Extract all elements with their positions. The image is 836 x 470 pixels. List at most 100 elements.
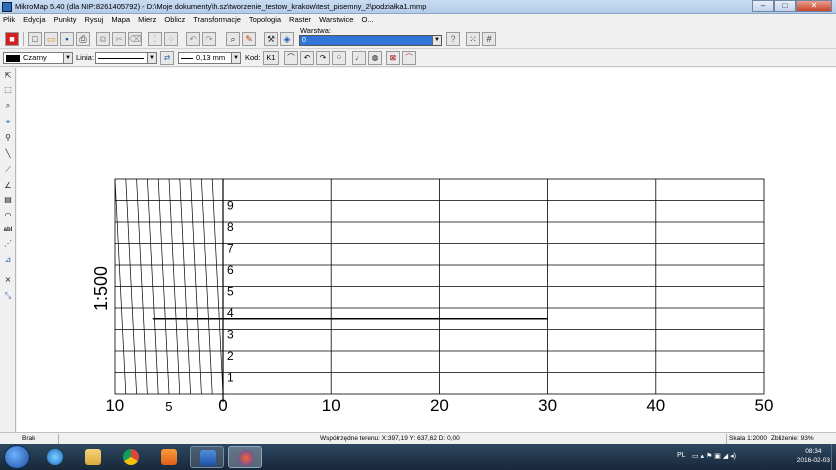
status-zoom: Zbliżenie: 93%: [771, 435, 814, 442]
menu-plik[interactable]: Plik: [3, 14, 15, 25]
stop-icon[interactable]: ■: [5, 32, 19, 46]
menu-warstwice[interactable]: Warstwice: [319, 14, 353, 25]
status-coordinates: Współrzędne terenu: X:397,19 Y: 637,62 D…: [320, 435, 460, 442]
search-icon[interactable]: ⌕: [226, 32, 240, 46]
line-style-select[interactable]: ▼: [95, 52, 157, 64]
tools-icon[interactable]: ⚒: [264, 32, 278, 46]
symbol-icon[interactable]: ◍: [368, 51, 382, 65]
taskbar-ie[interactable]: [38, 446, 72, 468]
layers-icon[interactable]: ◈: [280, 32, 294, 46]
hook-icon[interactable]: ♩: [352, 51, 366, 65]
measure-icon[interactable]: ⌖: [2, 116, 14, 128]
close-button[interactable]: ✕: [796, 0, 832, 12]
y-tick-label: 1: [227, 371, 234, 385]
start-button[interactable]: [4, 445, 30, 469]
copy-icon[interactable]: ⧉: [96, 32, 110, 46]
undo-icon[interactable]: ↶: [186, 32, 200, 46]
point-icon[interactable]: ⚲: [2, 132, 14, 144]
color-select[interactable]: Czarny ▼: [3, 52, 73, 64]
open-folder-icon[interactable]: ▭: [44, 32, 58, 46]
menu-edycja[interactable]: Edycja: [23, 14, 46, 25]
line-settings-icon[interactable]: ⇄: [160, 51, 174, 65]
maximize-button[interactable]: □: [774, 0, 796, 12]
circle-icon[interactable]: ◠: [2, 210, 14, 222]
taskbar-mikromap[interactable]: [228, 446, 262, 468]
tray-icons[interactable]: ▭ ▴ ⚑ ▣ ◢ ◂): [692, 452, 736, 460]
angle-icon[interactable]: ∠: [2, 180, 14, 192]
curve-icon[interactable]: ⌒: [402, 51, 416, 65]
app-icon[interactable]: [2, 2, 12, 12]
scatter-icon[interactable]: ⁘: [332, 51, 346, 65]
delete-icon[interactable]: ⌫: [128, 32, 142, 46]
thickness-select[interactable]: 0,13 mm ▼: [178, 52, 241, 64]
menu-mierz[interactable]: Mierz: [138, 14, 156, 25]
redo-icon[interactable]: ↷: [202, 32, 216, 46]
status-divider: [726, 434, 727, 444]
menu-oblicz[interactable]: Oblicz: [164, 14, 185, 25]
text-tool-icon[interactable]: abl: [2, 224, 14, 236]
chart-icon[interactable]: ⊿: [2, 254, 14, 266]
zoom-icon[interactable]: ⌕: [2, 100, 14, 112]
y-tick-label: 8: [227, 220, 234, 234]
media-player-icon: [161, 449, 177, 465]
code-button[interactable]: K1: [263, 51, 279, 65]
menu-about[interactable]: O...: [361, 14, 373, 25]
select-area-icon[interactable]: ⁘: [164, 32, 178, 46]
window-title: MikroMap 5.40 (dla NIP:8261405792) - D:\…: [15, 2, 427, 11]
x-tick-label: 5: [165, 399, 172, 414]
node-icon[interactable]: ⋰: [2, 238, 14, 250]
clock[interactable]: 08:34 2016-02-03: [797, 447, 830, 465]
select-points-icon[interactable]: ⁚: [148, 32, 162, 46]
layer-select[interactable]: 0 ▼: [299, 35, 442, 46]
menu-transformacje[interactable]: Transformacje: [193, 14, 241, 25]
pointer-icon[interactable]: ⇱: [2, 70, 14, 82]
folder-icon: [85, 449, 101, 465]
status-divider: [58, 434, 59, 444]
title-bar: MikroMap 5.40 (dla NIP:8261405792) - D:\…: [0, 0, 836, 14]
taskbar-media[interactable]: [152, 446, 186, 468]
arc-tool-icon[interactable]: ⌒: [284, 51, 298, 65]
hash-grid-icon[interactable]: #: [482, 32, 496, 46]
menu-raster[interactable]: Raster: [289, 14, 311, 25]
save-icon[interactable]: ▪: [60, 32, 74, 46]
y-tick-label: 3: [227, 328, 234, 342]
chevron-down-icon: ▼: [147, 53, 156, 63]
raster-icon[interactable]: ⊠: [386, 51, 400, 65]
help-icon[interactable]: ?: [446, 32, 460, 46]
chevron-down-icon: ▼: [231, 53, 240, 63]
menu-topologia[interactable]: Topologia: [249, 14, 281, 25]
cut-icon[interactable]: ✂: [112, 32, 126, 46]
layer-select-value: 0: [302, 37, 306, 44]
menu-punkty[interactable]: Punkty: [54, 14, 77, 25]
show-desktop-button[interactable]: [831, 444, 836, 470]
taskbar-explorer[interactable]: [76, 446, 110, 468]
table-icon[interactable]: ▤: [2, 194, 14, 206]
rect-select-icon[interactable]: ⬚: [2, 84, 14, 96]
arc-left-icon[interactable]: ↶: [300, 51, 314, 65]
edit-icon[interactable]: ✎: [242, 32, 256, 46]
thickness-preview: [181, 57, 193, 59]
map-canvas[interactable]: 1:500 10 5 0 10 20 30 40 50 1 2 3 4 5 6 7 8 9: [17, 68, 836, 432]
x-tick-label: 0: [218, 396, 227, 415]
x-tick-label: 20: [430, 396, 449, 415]
print-icon[interactable]: ⎙: [76, 32, 90, 46]
toolbar-separator: [23, 32, 24, 46]
diagonal-icon[interactable]: ⤡: [2, 290, 14, 302]
window-controls: – □ ✕: [752, 0, 832, 13]
polyline-icon[interactable]: ⟋: [2, 164, 14, 176]
line-tool-icon[interactable]: ╲: [2, 148, 14, 160]
mikromap-icon: [238, 450, 254, 466]
layer-label: Warstwa:: [300, 26, 331, 35]
taskbar-word[interactable]: [190, 446, 224, 468]
menu-rysuj[interactable]: Rysuj: [85, 14, 104, 25]
new-file-icon[interactable]: □: [28, 32, 42, 46]
taskbar-chrome[interactable]: [114, 446, 148, 468]
cross-icon[interactable]: ⨯: [2, 274, 14, 286]
language-indicator[interactable]: PL: [677, 452, 686, 459]
minimize-button[interactable]: –: [752, 0, 774, 12]
grid-icon[interactable]: ⁙: [466, 32, 480, 46]
arc-point-icon[interactable]: ↷: [316, 51, 330, 65]
chevron-down-icon: ▼: [432, 36, 441, 45]
menu-mapa[interactable]: Mapa: [111, 14, 130, 25]
code-label: Kod:: [245, 53, 261, 62]
